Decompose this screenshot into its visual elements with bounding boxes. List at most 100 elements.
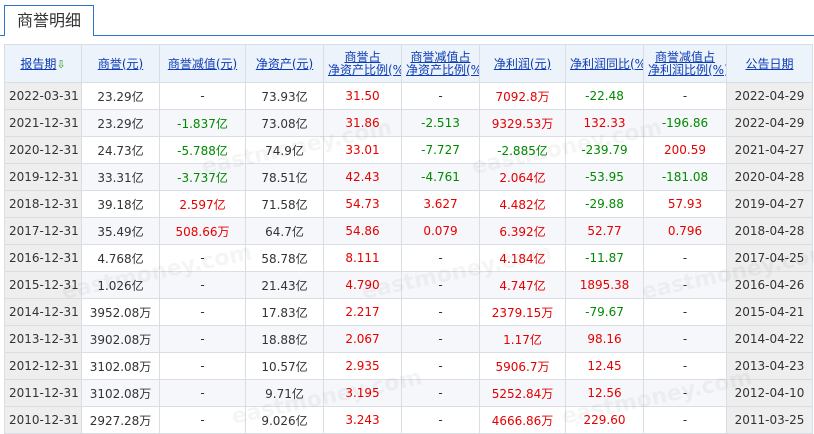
tab-goodwill-detail[interactable]: 商誉明细 <box>4 5 95 37</box>
table-row: 2022-03-31 23.29亿 -73.93亿 31.50-7092.8万 -22.… <box>4 82 813 110</box>
cell-impairment-to-net-assets: -2.513 <box>401 109 480 137</box>
col-goodwill-to-net-assets-label-1[interactable]: 商誉占 <box>344 50 380 64</box>
cell-goodwill: 33.31亿 <box>81 163 160 191</box>
cell-announce-date: 2015-04-21 <box>726 298 813 326</box>
sort-down-arrow-icon[interactable]: ⇩ <box>56 58 65 71</box>
cell-goodwill-impairment: - <box>159 271 246 299</box>
table-row: 2017-12-31 35.49亿 508.66万 64.7亿 54.86 0.079 6.… <box>4 217 813 245</box>
table-row: 2015-12-31 1.026亿 -21.43亿 4.790-4.747亿 1895.… <box>4 271 813 299</box>
cell-net-assets: 64.7亿 <box>245 217 324 245</box>
col-announce-date-label[interactable]: 公告日期 <box>745 57 793 71</box>
cell-report-period: 2020-12-31 <box>4 136 82 164</box>
cell-net-profit-yoy: 12.56 <box>565 379 644 407</box>
cell-announce-date: 2022-04-29 <box>726 109 813 137</box>
cell-net-assets: 18.88亿 <box>245 325 324 353</box>
cell-impairment-to-net-assets: 3.627 <box>401 190 480 218</box>
cell-net-assets: 9.71亿 <box>245 379 324 407</box>
col-net-profit-yoy-label[interactable]: 净利润同比(%) <box>570 57 643 71</box>
cell-report-period: 2022-03-31 <box>4 82 82 110</box>
cell-impairment-to-net-assets: 0.079 <box>401 217 480 245</box>
col-goodwill-impairment[interactable]: 商誉减值(元) <box>159 44 246 83</box>
cell-impairment-to-net-profit: - <box>643 406 727 434</box>
cell-net-profit: 6.392亿 <box>479 217 566 245</box>
col-goodwill-to-net-assets-label-2[interactable]: 净资产比例(%) <box>328 63 401 77</box>
cell-announce-date: 2011-03-25 <box>726 406 813 434</box>
col-net-profit-label[interactable]: 净利润(元) <box>494 57 551 71</box>
cell-net-assets: 78.51亿 <box>245 163 324 191</box>
col-net-profit[interactable]: 净利润(元) <box>479 44 566 83</box>
cell-announce-date: 2013-04-23 <box>726 352 813 380</box>
cell-report-period: 2012-12-31 <box>4 352 82 380</box>
cell-impairment-to-net-assets: - <box>401 298 480 326</box>
cell-net-profit: 4.747亿 <box>479 271 566 299</box>
cell-report-period: 2010-12-31 <box>4 406 82 434</box>
cell-announce-date: 2020-04-28 <box>726 163 813 191</box>
cell-goodwill: 3102.08万 <box>81 379 160 407</box>
col-goodwill-impairment-label[interactable]: 商誉减值(元) <box>168 57 237 71</box>
cell-goodwill: 23.29亿 <box>81 109 160 137</box>
cell-goodwill-impairment: - <box>159 352 246 380</box>
cell-net-assets: 71.58亿 <box>245 190 324 218</box>
table-row: 2011-12-31 3102.08万 -9.71亿 3.195-5252.84万 12… <box>4 379 813 407</box>
cell-goodwill-impairment: - <box>159 325 246 353</box>
col-report-period-label[interactable]: 报告期 <box>20 57 56 71</box>
cell-goodwill: 2927.28万 <box>81 406 160 434</box>
cell-goodwill-impairment: 2.597亿 <box>159 190 246 218</box>
col-net-assets[interactable]: 净资产(元) <box>245 44 324 83</box>
cell-report-period: 2011-12-31 <box>4 379 82 407</box>
cell-goodwill-to-net-assets: 4.790 <box>323 271 402 299</box>
col-impairment-to-net-profit[interactable]: 商誉减值占 净利润比例(%) <box>643 44 727 83</box>
cell-goodwill-to-net-assets: 54.73 <box>323 190 402 218</box>
col-net-assets-label[interactable]: 净资产(元) <box>256 57 313 71</box>
cell-net-profit: 9329.53万 <box>479 109 566 137</box>
cell-goodwill-to-net-assets: 31.86 <box>323 109 402 137</box>
table-row: 2018-12-31 39.18亿 2.597亿 71.58亿 54.73 3.627 4.… <box>4 190 813 218</box>
cell-net-assets: 73.93亿 <box>245 82 324 110</box>
cell-goodwill-to-net-assets: 42.43 <box>323 163 402 191</box>
cell-report-period: 2021-12-31 <box>4 109 82 137</box>
col-impairment-to-net-assets-label-1[interactable]: 商誉减值占 <box>410 50 470 64</box>
col-announce-date[interactable]: 公告日期 <box>726 44 813 83</box>
tab-bar: 商誉明细 <box>0 0 814 37</box>
cell-net-profit: 2379.15万 <box>479 298 566 326</box>
cell-report-period: 2017-12-31 <box>4 217 82 245</box>
col-goodwill-label[interactable]: 商誉(元) <box>98 57 143 71</box>
cell-impairment-to-net-assets: - <box>401 325 480 353</box>
cell-goodwill-impairment: -5.788亿 <box>159 136 246 164</box>
cell-net-profit-yoy: 1895.38 <box>565 271 644 299</box>
cell-impairment-to-net-assets: - <box>401 406 480 434</box>
cell-net-assets: 73.08亿 <box>245 109 324 137</box>
cell-net-profit-yoy: 229.60 <box>565 406 644 434</box>
cell-net-profit: 2.064亿 <box>479 163 566 191</box>
col-net-profit-yoy[interactable]: 净利润同比(%) <box>565 44 644 83</box>
cell-goodwill: 3952.08万 <box>81 298 160 326</box>
cell-net-profit: 4666.86万 <box>479 406 566 434</box>
table-row: 2012-12-31 3102.08万 -10.57亿 2.935-5906.7万 12… <box>4 352 813 380</box>
cell-net-profit-yoy: 12.45 <box>565 352 644 380</box>
col-impairment-to-net-profit-label-2[interactable]: 净利润比例(%) <box>648 63 726 77</box>
cell-report-period: 2013-12-31 <box>4 325 82 353</box>
table-row: 2010-12-31 2927.28万 -9.026亿 3.243-4666.86万 2… <box>4 406 813 434</box>
cell-impairment-to-net-profit: - <box>643 244 727 272</box>
col-impairment-to-net-profit-label-1[interactable]: 商誉减值占 <box>655 50 715 64</box>
table-row: 2014-12-31 3952.08万 -17.83亿 2.217-2379.15万 -… <box>4 298 813 326</box>
cell-goodwill-impairment: -1.837亿 <box>159 109 246 137</box>
col-impairment-to-net-assets-label-2[interactable]: 净资产比例(%) <box>406 63 479 77</box>
table-row: 2021-12-31 23.29亿 -1.837亿 73.08亿 31.86 -2.513… <box>4 109 813 137</box>
cell-impairment-to-net-assets: - <box>401 244 480 272</box>
cell-impairment-to-net-profit: - <box>643 379 727 407</box>
cell-goodwill-impairment: - <box>159 379 246 407</box>
cell-net-profit-yoy: 52.77 <box>565 217 644 245</box>
col-report-period[interactable]: 报告期⇩ <box>4 44 82 83</box>
cell-report-period: 2014-12-31 <box>4 298 82 326</box>
cell-announce-date: 2017-04-25 <box>726 244 813 272</box>
cell-goodwill-to-net-assets: 2.217 <box>323 298 402 326</box>
col-impairment-to-net-assets[interactable]: 商誉减值占 净资产比例(%) <box>401 44 480 83</box>
cell-goodwill-impairment: -3.737亿 <box>159 163 246 191</box>
col-goodwill-to-net-assets[interactable]: 商誉占 净资产比例(%) <box>323 44 402 83</box>
cell-net-profit-yoy: 98.16 <box>565 325 644 353</box>
cell-announce-date: 2018-04-28 <box>726 217 813 245</box>
cell-net-profit-yoy: -29.88 <box>565 190 644 218</box>
col-goodwill[interactable]: 商誉(元) <box>81 44 160 83</box>
goodwill-table: 报告期⇩ 商誉(元) 商誉减值(元) 净资产(元) 商誉占 净资产比例(%) 商誉… <box>4 44 813 434</box>
